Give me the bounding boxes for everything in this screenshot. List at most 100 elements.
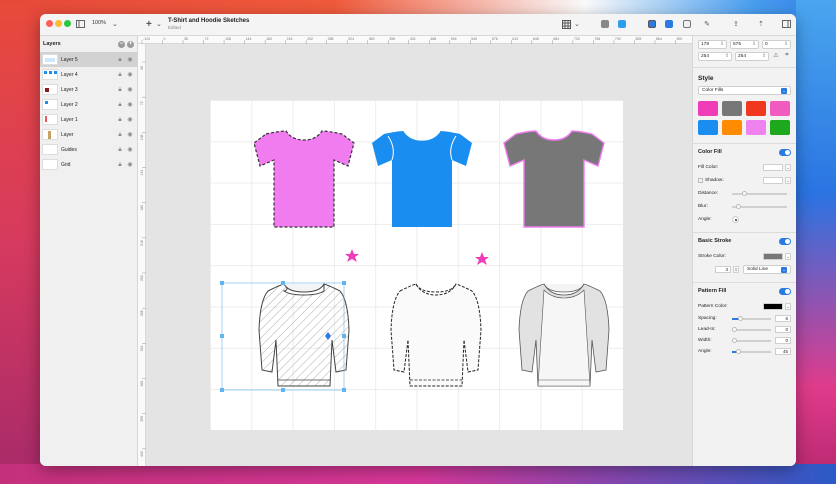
zoom-level[interactable]: 100% <box>92 20 106 26</box>
ruler-vertical[interactable]: 36 72 108 144 180 216 252 288 324 360 396 432 <box>138 44 146 466</box>
layer-row[interactable]: Layer 3 🔒︎ ◉ <box>40 82 137 97</box>
lock-icon[interactable]: 🔒︎ <box>117 57 123 63</box>
fill-color-well[interactable] <box>763 164 783 171</box>
export-icon[interactable]: ⇪ <box>733 19 739 29</box>
layer-row[interactable]: Layer 1 🔒︎ ◉ <box>40 112 137 127</box>
pattern-width-field[interactable]: 0 <box>775 337 791 344</box>
star-right[interactable] <box>475 252 489 265</box>
stroke-width-field[interactable]: 3 <box>715 266 731 273</box>
pattern-width-slider[interactable] <box>732 337 771 343</box>
remove-layer-button[interactable]: − <box>118 40 125 48</box>
chevron-down-icon[interactable]: ⌄ <box>785 164 791 171</box>
color-fill-toggle[interactable] <box>779 148 791 156</box>
stroke-width-stepper[interactable]: ⇕ <box>733 266 739 273</box>
basic-stroke-toggle[interactable] <box>779 237 791 245</box>
lock-aspect-icon[interactable]: ⌗ <box>783 52 791 61</box>
chevron-down-icon[interactable]: ⌄ <box>785 253 791 260</box>
shadow-color-well[interactable] <box>763 177 783 184</box>
artboard[interactable] <box>210 100 623 430</box>
pen-icon[interactable]: ✎ <box>704 19 710 29</box>
blur-slider[interactable] <box>732 203 787 209</box>
stroke-color-well[interactable] <box>763 253 783 260</box>
layer-row[interactable]: Layer 2 🔒︎ ◉ <box>40 97 137 112</box>
star-left[interactable] <box>345 249 359 262</box>
arrange-icon[interactable] <box>601 19 609 29</box>
layer-row[interactable]: Layer 🔒︎ ◉ <box>40 127 137 142</box>
chevron-down-icon[interactable]: ⌄ <box>785 177 791 184</box>
add-layer-button[interactable]: + <box>127 40 134 48</box>
chevron-down-icon[interactable]: ⌄ <box>156 19 162 29</box>
layer-row[interactable]: Guides 🔒︎ ◉ <box>40 142 137 157</box>
minimize-window-button[interactable] <box>55 20 62 27</box>
sidebar-toggle-icon[interactable] <box>76 19 85 29</box>
leadin-slider[interactable] <box>732 326 771 332</box>
color-swatch[interactable] <box>698 120 718 135</box>
fill-type-select[interactable]: Color Fills ⌄ <box>698 86 791 95</box>
x-position-field[interactable]: 178 ⇕ <box>698 40 727 49</box>
height-field[interactable]: 254 ⇕ <box>735 52 769 61</box>
eye-icon[interactable]: ◉ <box>127 102 133 108</box>
spacing-slider[interactable] <box>732 315 771 321</box>
ungroup-icon[interactable] <box>683 19 691 29</box>
chevron-down-icon[interactable]: ⌄ <box>112 19 118 29</box>
rotation-field[interactable]: 0 ⇕ <box>762 40 791 49</box>
width-field[interactable]: 254 ⇕ <box>698 52 732 61</box>
leadin-field[interactable]: 0 <box>775 326 791 333</box>
group-icon[interactable] <box>665 19 673 29</box>
eye-icon[interactable]: ◉ <box>127 162 133 168</box>
angle-dial[interactable] <box>732 216 739 223</box>
eye-icon[interactable]: ◉ <box>127 132 133 138</box>
line-style-select[interactable]: Solid Line ⌄ <box>743 265 791 274</box>
zoom-window-button[interactable] <box>64 20 71 27</box>
layer-row[interactable]: Grid 🔒︎ ◉ <box>40 157 137 172</box>
hoodie-dashed[interactable] <box>390 283 482 387</box>
pattern-angle-field[interactable]: 45 <box>775 348 791 355</box>
lock-icon[interactable]: 🔒︎ <box>117 147 123 153</box>
shadow-checkbox[interactable] <box>698 178 703 183</box>
color-swatch[interactable] <box>770 101 790 116</box>
distance-slider[interactable] <box>732 190 787 196</box>
lock-icon[interactable]: 🔒︎ <box>117 132 123 138</box>
eye-icon[interactable]: ◉ <box>127 87 133 93</box>
share-icon[interactable]: ⇡ <box>758 19 764 29</box>
canvas[interactable] <box>146 44 692 466</box>
grid-icon[interactable] <box>562 19 571 29</box>
ruler-tick-label: 288 <box>140 310 144 316</box>
lock-icon[interactable]: 🔒︎ <box>117 102 123 108</box>
ruler-horizontal[interactable]: -124 0 36 72 108 144 180 216 252 288 324 360 396 432 4… <box>138 36 692 44</box>
eye-icon[interactable]: ◉ <box>127 72 133 78</box>
chevron-down-icon[interactable]: ⌄ <box>785 303 791 310</box>
color-swatch[interactable] <box>722 101 742 116</box>
color-swatch[interactable] <box>722 120 742 135</box>
lock-icon[interactable]: 🔒︎ <box>117 117 123 123</box>
inspector-toggle-icon[interactable] <box>782 19 791 29</box>
lock-icon[interactable]: 🔒︎ <box>117 87 123 93</box>
add-icon[interactable]: + <box>146 19 152 30</box>
flip-icon[interactable]: ⚠ <box>772 52 780 61</box>
eye-icon[interactable]: ◉ <box>127 57 133 63</box>
tshirt-gray[interactable] <box>503 130 605 228</box>
eye-icon[interactable]: ◉ <box>127 117 133 123</box>
spacing-field[interactable]: 6 <box>775 315 791 322</box>
color-swatch[interactable] <box>746 101 766 116</box>
lock-icon[interactable]: 🔒︎ <box>117 162 123 168</box>
y-position-field[interactable]: 575 ⇕ <box>730 40 759 49</box>
tshirt-pink[interactable] <box>253 130 355 228</box>
layer-row[interactable]: Layer 4 🔒︎ ◉ <box>40 67 137 82</box>
pattern-fill-toggle[interactable] <box>779 287 791 295</box>
pattern-angle-slider[interactable] <box>732 348 771 354</box>
duplicate-icon[interactable] <box>618 19 626 29</box>
pattern-color-well[interactable] <box>763 303 783 310</box>
close-window-button[interactable] <box>46 20 53 27</box>
color-swatch[interactable] <box>698 101 718 116</box>
lock-icon[interactable]: 🔒︎ <box>117 72 123 78</box>
eye-icon[interactable]: ◉ <box>127 147 133 153</box>
color-swatch[interactable] <box>746 120 766 135</box>
tshirt-blue[interactable] <box>372 130 472 227</box>
chevron-down-icon[interactable]: ⌄ <box>574 19 580 29</box>
hoodie-hatched[interactable] <box>258 283 350 387</box>
align-icon[interactable] <box>648 19 656 29</box>
color-swatch[interactable] <box>770 120 790 135</box>
layer-row[interactable]: Layer 5 🔒︎ ◉ <box>40 52 137 67</box>
hoodie-gray[interactable] <box>518 283 610 387</box>
